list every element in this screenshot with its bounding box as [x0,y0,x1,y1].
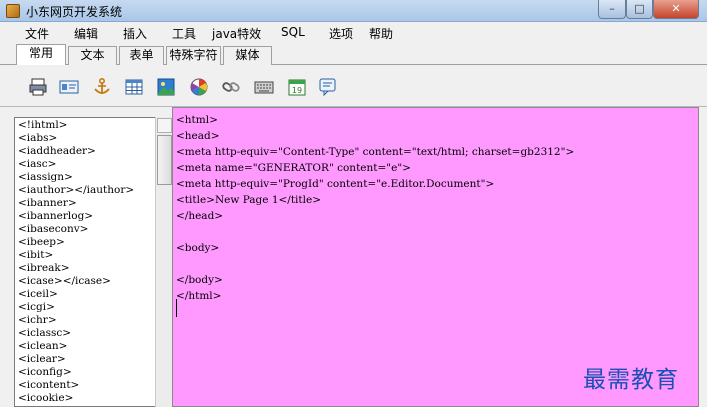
tab-special-chars[interactable]: 特殊字符 [166,46,221,65]
menu-java-effects[interactable]: java特效 [212,25,261,42]
tab-text[interactable]: 文本 [68,46,117,65]
list-item[interactable]: <ibaseconv> [18,223,134,236]
printer-icon[interactable] [27,76,49,98]
list-item[interactable]: <iasc> [18,158,134,171]
list-item[interactable]: <icontent> [18,379,134,392]
list-item[interactable]: <iconfig> [18,366,134,379]
calendar-day: 19 [292,86,302,95]
tab-common[interactable]: 常用 [16,44,66,66]
tag-list-scrollbar[interactable] [155,117,172,407]
calendar-icon[interactable]: 19 [286,76,308,98]
image-icon[interactable] [155,76,177,98]
app-icon [6,4,20,18]
menu-file[interactable]: 文件 [25,25,49,42]
window-title: 小东网页开发系统 [26,5,123,19]
tag-list: <!ihtml> <iabs> <iaddheader> <iasc> <ias… [18,119,134,405]
tab-media[interactable]: 媒体 [223,46,272,65]
maximize-button[interactable]: □ [626,0,653,19]
menu-tools[interactable]: 工具 [172,25,196,42]
keyboard-icon[interactable] [253,76,275,98]
list-item[interactable]: <iabs> [18,132,134,145]
table-icon[interactable] [123,76,145,98]
list-item[interactable]: <icase></icase> [18,275,134,288]
chat-icon[interactable] [317,76,339,98]
list-item[interactable]: <iassign> [18,171,134,184]
watermark: 最需教育 [583,367,679,393]
text-caret [176,299,177,317]
window-border [699,107,707,407]
menu-bar: 文件 编辑 插入 工具 java特效 SQL 选项 帮助 [0,22,707,44]
list-item[interactable]: <icookie> [18,392,134,405]
code-line: <meta http-equiv="Content-Type" content=… [176,146,575,158]
list-item[interactable]: <iaddheader> [18,145,134,158]
minimize-button[interactable]: – [598,0,626,19]
list-item[interactable]: <ibeep> [18,236,134,249]
code-line: <html> [176,114,218,126]
title-bar: 小东网页开发系统 – □ ✕ [0,0,707,22]
code-line: </head> [176,210,224,222]
tab-form[interactable]: 表单 [119,46,164,65]
list-item[interactable]: <ibit> [18,249,134,262]
list-item[interactable]: <iclear> [18,353,134,366]
code-lines: <html> <head> <meta http-equiv="Content-… [176,112,574,304]
list-item[interactable]: <ibanner> [18,197,134,210]
list-item[interactable]: <iceil> [18,288,134,301]
tab-bar: 常用 文本 表单 特殊字符 媒体 [0,44,707,66]
list-item[interactable]: <ibreak> [18,262,134,275]
code-line: <title>New Page 1</title> [176,194,322,206]
list-item[interactable]: <iauthor></iauthor> [18,184,134,197]
color-wheel-icon[interactable] [188,76,210,98]
menu-options[interactable]: 选项 [329,25,353,42]
anchor-icon[interactable] [91,76,113,98]
list-item[interactable]: <!ihtml> [18,119,134,132]
list-item[interactable]: <ibannerlog> [18,210,134,223]
code-line: <meta http-equiv="ProgId" content="e.Edi… [176,178,495,190]
code-line: <body> [176,242,220,254]
list-item[interactable]: <ichr> [18,314,134,327]
toolbar: 19 [0,65,707,107]
menu-insert[interactable]: 插入 [123,25,147,42]
close-button[interactable]: ✕ [653,0,699,19]
list-item[interactable]: <iclassc> [18,327,134,340]
tag-list-pane[interactable]: <!ihtml> <iabs> <iaddheader> <iasc> <ias… [14,117,172,407]
id-card-icon[interactable] [58,76,80,98]
code-line: </body> [176,274,223,286]
list-item[interactable]: <icgi> [18,301,134,314]
code-line: <head> [176,130,220,142]
code-line: </html> [176,290,222,302]
link-icon[interactable] [220,76,242,98]
menu-edit[interactable]: 编辑 [74,25,98,42]
scroll-up-arrow-icon[interactable] [157,118,172,133]
menu-help[interactable]: 帮助 [369,25,393,42]
code-line: <meta name="GENERATOR" content="e"> [176,162,411,174]
menu-sql[interactable]: SQL [281,25,305,39]
list-item[interactable]: <iclean> [18,340,134,353]
scrollbar-thumb[interactable] [157,135,172,185]
